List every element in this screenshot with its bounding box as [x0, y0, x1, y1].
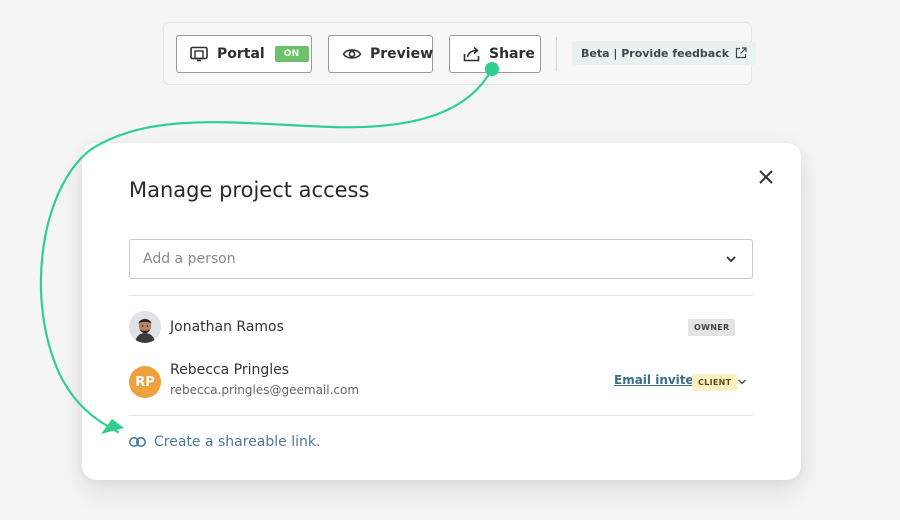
- dialog-title: Manage project access: [129, 178, 370, 202]
- owner-badge: OWNER: [688, 319, 736, 336]
- portal-button[interactable]: Portal ON: [176, 35, 312, 73]
- preview-label: Preview: [370, 46, 434, 62]
- portal-status-badge: ON: [274, 46, 309, 62]
- share-link-label: Create a shareable link.: [154, 434, 321, 450]
- person-email: rebecca.pringles@geemail.com: [170, 383, 360, 397]
- close-icon: [758, 169, 774, 189]
- share-button[interactable]: Share: [449, 35, 541, 73]
- close-button[interactable]: [755, 168, 777, 190]
- person-name: Rebecca Pringles: [170, 362, 290, 378]
- create-shareable-link[interactable]: Create a shareable link.: [129, 434, 320, 450]
- link-icon: [129, 437, 146, 447]
- feedback-label: Beta | Provide feedback: [581, 46, 730, 60]
- toolbar-divider: [556, 37, 557, 71]
- share-label: Share: [489, 46, 535, 62]
- divider: [129, 415, 753, 416]
- email-invite-link[interactable]: Email invite: [614, 373, 694, 387]
- person-name: Jonathan Ramos: [170, 319, 284, 335]
- person-row-client: RP Rebecca Pringles rebecca.pringles@gee…: [129, 362, 753, 400]
- avatar: [129, 311, 161, 343]
- chevron-down-icon[interactable]: [737, 378, 747, 386]
- share-icon: [463, 46, 481, 62]
- manage-access-dialog: Manage project access Add a person Jonat…: [82, 143, 801, 480]
- eye-icon: [342, 47, 362, 61]
- person-row-owner: Jonathan Ramos OWNER: [129, 311, 753, 345]
- divider: [129, 295, 753, 296]
- external-link-icon: [735, 47, 747, 59]
- feedback-link[interactable]: Beta | Provide feedback: [572, 41, 757, 65]
- chevron-down-icon: [725, 253, 737, 265]
- client-role-badge[interactable]: CLIENT: [692, 374, 738, 391]
- toolbar: Portal ON Preview Share Beta | Provide f…: [163, 22, 757, 85]
- preview-button[interactable]: Preview: [328, 35, 433, 73]
- add-person-select[interactable]: Add a person: [129, 239, 753, 279]
- avatar: RP: [129, 366, 161, 398]
- portal-label: Portal: [217, 46, 265, 62]
- portal-icon: [190, 46, 208, 62]
- add-person-placeholder: Add a person: [143, 251, 236, 267]
